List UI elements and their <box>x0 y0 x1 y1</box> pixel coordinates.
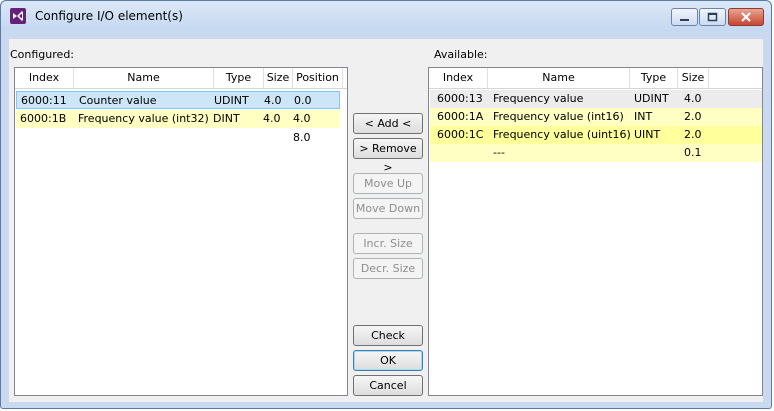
table-row[interactable]: 6000:13 Frequency value UDINT 4.0 <box>430 90 762 108</box>
table-row[interactable]: 6000:1C Frequency value (uint16) UINT 2.… <box>430 126 762 144</box>
available-label: Available: <box>434 48 488 61</box>
column-header-size[interactable]: Size <box>678 68 709 88</box>
minimize-button[interactable] <box>671 8 698 26</box>
add-button[interactable]: < Add < <box>353 113 423 134</box>
dialog-client-area: Configured: Available: Index Name Type S… <box>9 39 763 402</box>
cell-type: DINT <box>213 112 240 125</box>
minimize-icon <box>680 19 689 21</box>
cell-name: Counter value <box>79 94 157 107</box>
check-button[interactable]: Check <box>353 325 423 346</box>
cell-type: UDINT <box>214 94 249 107</box>
maximize-icon <box>707 12 718 22</box>
cell-name: Frequency value (uint16) <box>493 128 631 141</box>
cancel-button[interactable]: Cancel <box>353 375 423 396</box>
cell-position: 0.0 <box>294 94 312 107</box>
window-title: Configure I/O element(s) <box>35 9 183 23</box>
configured-list[interactable]: Index Name Type Size Position 6000:11 Co… <box>14 67 348 396</box>
column-header-type[interactable]: Type <box>630 68 678 88</box>
cell-type: UINT <box>634 128 661 141</box>
close-button[interactable] <box>728 8 764 26</box>
cell-type: INT <box>634 110 653 123</box>
cell-name: Frequency value (int32) <box>78 112 209 125</box>
column-header-size[interactable]: Size <box>264 68 293 88</box>
cell-index: 6000:11 <box>21 94 67 107</box>
remove-button[interactable]: > Remove > <box>353 138 423 174</box>
cell-index: 6000:1C <box>437 128 484 141</box>
available-list-header: Index Name Type Size <box>429 68 762 89</box>
move-up-button[interactable]: Move Up <box>353 173 423 194</box>
move-down-button[interactable]: Move Down <box>353 198 423 219</box>
cell-position: 8.0 <box>293 131 311 144</box>
close-icon <box>741 12 751 22</box>
column-header-type[interactable]: Type <box>214 68 264 88</box>
cell-size: 2.0 <box>684 110 702 123</box>
cell-size: 4.0 <box>264 94 282 107</box>
cell-index: 6000:1A <box>437 110 484 123</box>
cell-name: Frequency value (int16) <box>493 110 624 123</box>
table-row[interactable]: 6000:1B Frequency value (int32) DINT 4.0… <box>16 110 340 128</box>
column-header-position[interactable]: Position <box>293 68 343 88</box>
table-row[interactable]: 6000:11 Counter value UDINT 4.0 0.0 <box>16 91 340 109</box>
column-header-name[interactable]: Name <box>488 68 630 88</box>
column-header-name[interactable]: Name <box>74 68 214 88</box>
cell-size: 0.1 <box>684 146 702 159</box>
table-row[interactable]: --- 0.1 <box>430 144 762 162</box>
cell-type: UDINT <box>634 92 669 105</box>
decrease-size-button[interactable]: Decr. Size <box>353 258 423 279</box>
cell-name: Frequency value <box>493 92 584 105</box>
column-header-index[interactable]: Index <box>429 68 488 88</box>
available-list[interactable]: Index Name Type Size 6000:13 Frequency v… <box>428 67 763 396</box>
visual-studio-icon <box>10 8 26 24</box>
column-header-index[interactable]: Index <box>15 68 74 88</box>
cell-name: --- <box>493 146 505 159</box>
ok-button[interactable]: OK <box>353 350 423 371</box>
increase-size-button[interactable]: Incr. Size <box>353 233 423 254</box>
maximize-button[interactable] <box>699 8 726 26</box>
cell-size: 4.0 <box>263 112 281 125</box>
cell-size: 4.0 <box>684 92 702 105</box>
table-row[interactable]: 8.0 <box>16 129 340 147</box>
cell-position: 4.0 <box>293 112 311 125</box>
cell-index: 6000:1B <box>20 112 67 125</box>
title-bar[interactable]: Configure I/O element(s) <box>1 1 771 31</box>
cell-size: 2.0 <box>684 128 702 141</box>
dialog-window: Configure I/O element(s) Configured: Ava… <box>0 0 772 409</box>
configured-label: Configured: <box>10 48 75 61</box>
table-row[interactable]: 6000:1A Frequency value (int16) INT 2.0 <box>430 108 762 126</box>
cell-index: 6000:13 <box>437 92 483 105</box>
configured-list-header: Index Name Type Size Position <box>15 68 347 89</box>
